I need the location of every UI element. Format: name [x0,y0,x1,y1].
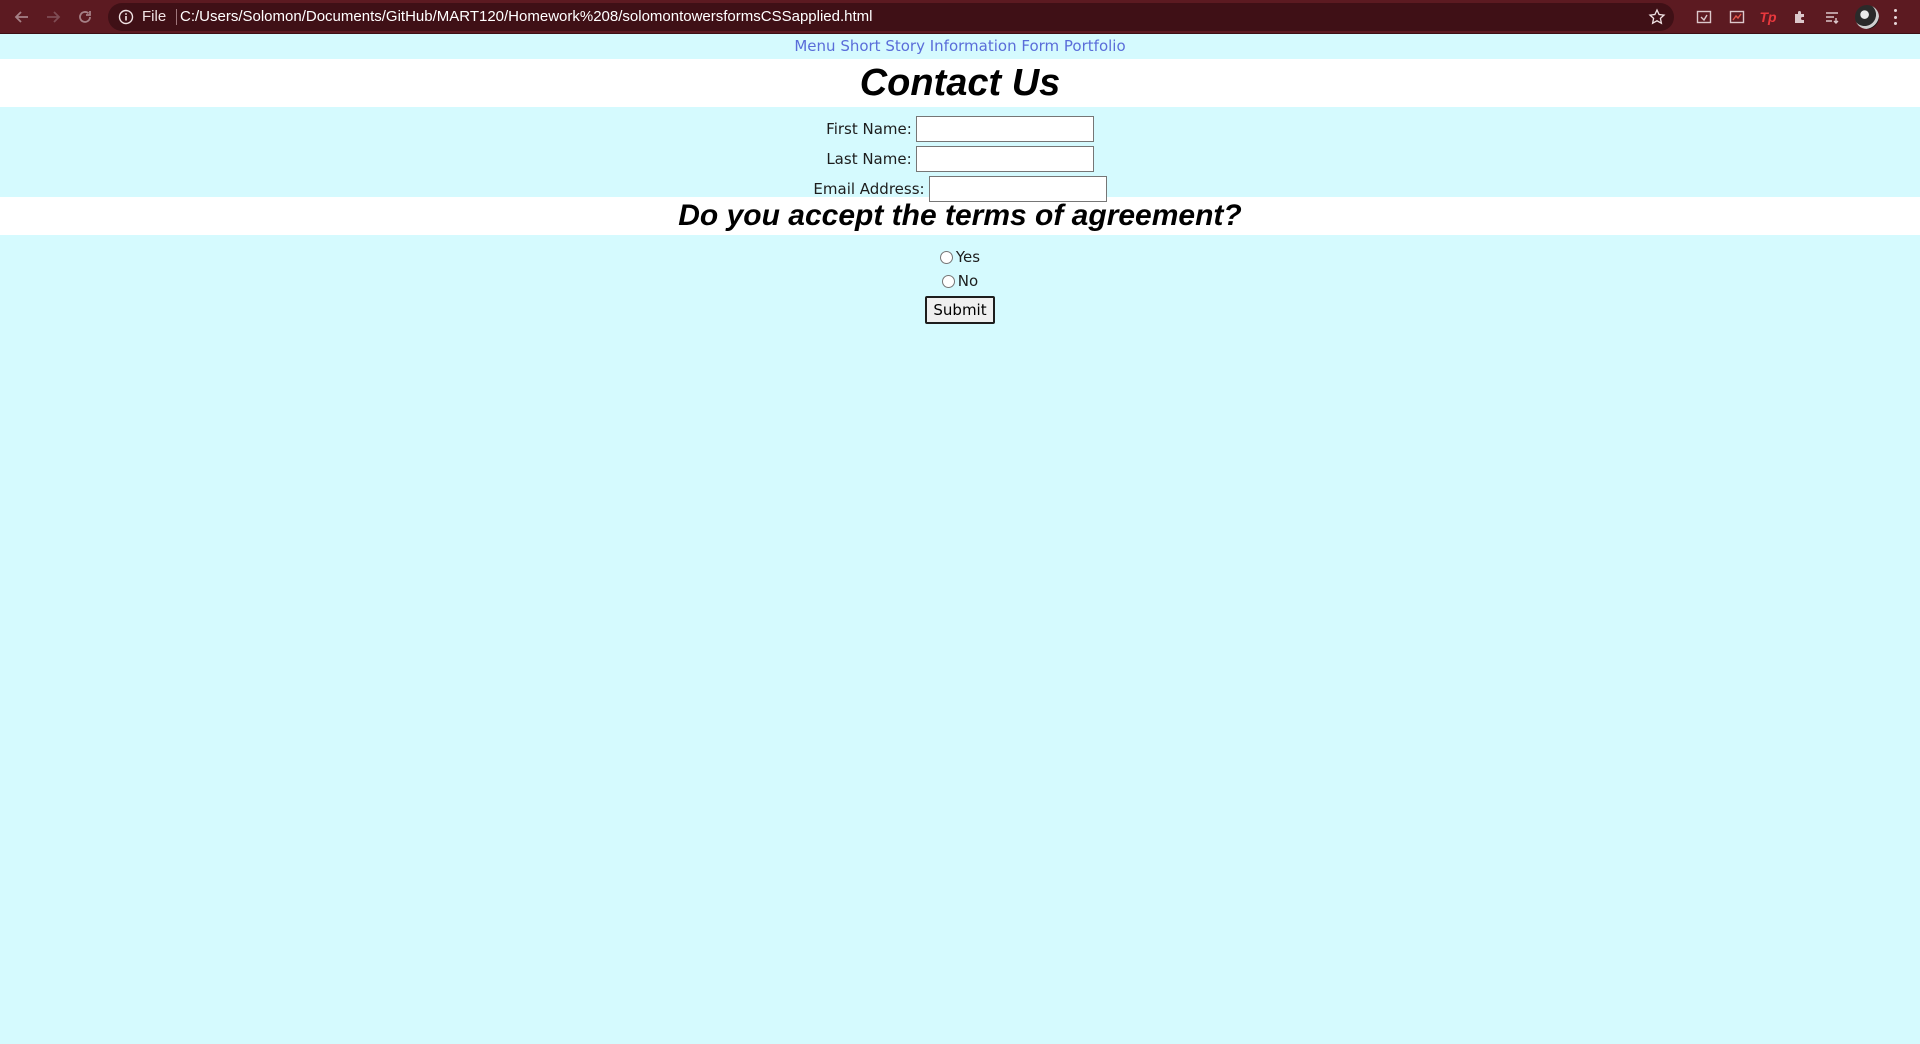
bookmark-star-icon[interactable] [1648,8,1666,26]
first-name-row: First Name: [0,114,1920,144]
menu-link-short-story[interactable]: Short Story [840,37,925,55]
reload-icon [79,11,91,23]
info-icon[interactable] [118,9,134,25]
first-name-input[interactable] [915,116,1094,142]
contact-fields: First Name: Last Name: Email Address: [0,107,1920,202]
scheme-label: File [142,8,167,25]
terms-heading: Do you accept the terms of agreement? [678,199,1242,232]
edit-image-icon [1729,10,1745,24]
site-menu: Menu Short Story Information Form Portfo… [0,34,1920,59]
screen-capture-icon [1696,10,1712,24]
url-text[interactable]: C:/Users/Solomon/Documents/GitHub/MART12… [180,3,873,31]
page-title: Contact Us [859,62,1061,104]
forward-arrow-icon [47,11,61,23]
back-button[interactable] [10,5,34,29]
browser-toolbar: File C:/Users/Solomon/Documents/GitHub/M… [0,0,1920,34]
page-body: Menu Short Story Information Form Portfo… [0,34,1920,1044]
menu-link-menu[interactable]: Menu [794,37,835,55]
tp-extension-label: Tp [1759,9,1777,25]
reload-button[interactable] [73,5,97,29]
tp-extension-icon[interactable]: Tp [1758,7,1778,27]
last-name-label: Last Name: [826,150,912,168]
extension-icon[interactable] [1694,7,1714,27]
back-arrow-icon [14,11,28,23]
radio-no-row: No [0,269,1920,293]
last-name-input[interactable] [915,146,1094,172]
radio-yes[interactable] [939,250,953,264]
radio-yes-row: Yes [0,245,1920,269]
radio-yes-label: Yes [955,248,981,266]
radio-no-label: No [957,272,979,290]
extensions-puzzle-button[interactable] [1790,7,1810,27]
submit-button[interactable]: Submit [925,296,995,324]
terms-options: Yes No [0,235,1920,293]
last-name-row: Last Name: [0,144,1920,174]
reading-list-icon [1826,12,1839,24]
extensions-puzzle-icon [1795,11,1804,23]
more-menu-icon[interactable] [1893,9,1897,25]
reading-list-button[interactable] [1822,7,1842,27]
menu-link-portfolio[interactable]: Portfolio [1064,37,1126,55]
first-name-label: First Name: [826,120,912,138]
profile-avatar[interactable] [1855,5,1879,29]
menu-link-information-form[interactable]: Information Form [930,37,1059,55]
address-separator [176,9,177,25]
title-band: Contact Us [0,59,1920,107]
address-bar[interactable]: File C:/Users/Solomon/Documents/GitHub/M… [108,3,1674,31]
page-viewport: Menu Short Story Information Form Portfo… [0,34,1920,1044]
forward-button[interactable] [41,5,65,29]
radio-no[interactable] [941,274,955,288]
terms-band: Do you accept the terms of agreement? [0,197,1920,235]
email-label: Email Address: [813,180,925,198]
extension-icon[interactable] [1727,7,1747,27]
contact-form: First Name: Last Name: Email Address: Do… [0,107,1920,324]
